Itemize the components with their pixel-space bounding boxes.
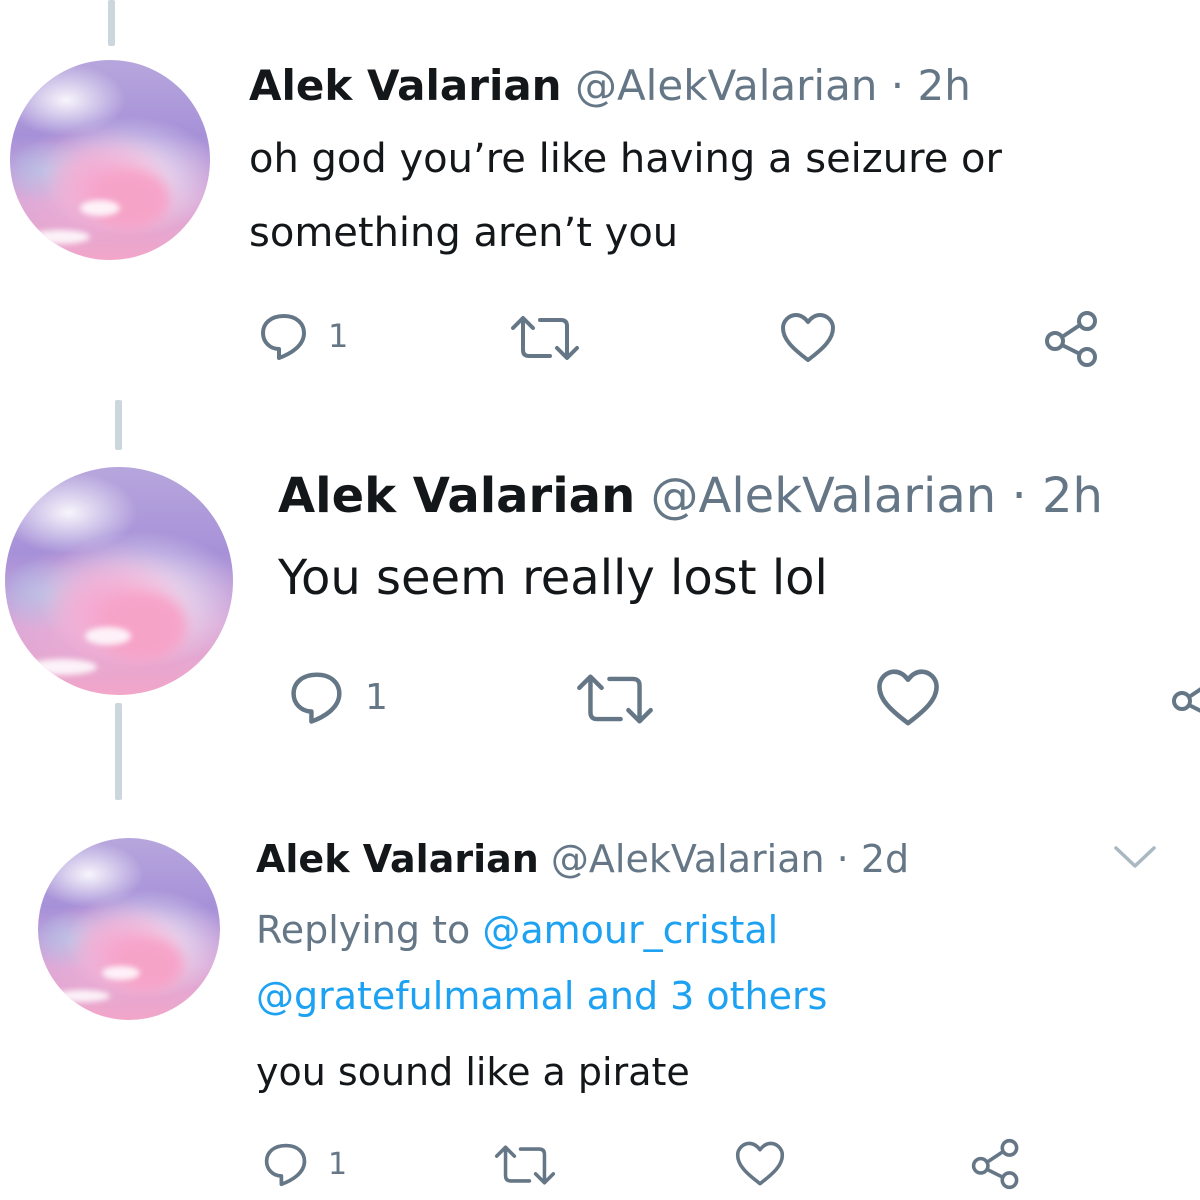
heart-icon [876,668,940,728]
reply-button[interactable]: 1 [262,1140,347,1188]
tweet-header: Alek Valarian @AlekValarian · 2d [256,835,909,883]
separator-dot: · [890,61,905,110]
avatar[interactable] [38,838,220,1020]
thread-line [115,703,122,800]
tweet-header: Alek Valarian @AlekValarian · 2h [249,60,971,112]
thread-line [115,400,122,450]
replying-to-label: Replying to [256,908,471,952]
tweet-header: Alek Valarian @AlekValarian · 2h [278,466,1103,526]
retweet-button[interactable] [510,312,580,364]
tweet-text-line: oh god you’re like having a seizure or [249,136,1002,182]
like-button[interactable] [735,1140,785,1188]
share-icon [1170,670,1200,728]
reply-button[interactable]: 1 [258,310,348,362]
user-handle[interactable]: @AlekValarian [551,837,825,881]
share-icon [970,1138,1022,1190]
user-handle[interactable]: @AlekValarian [651,468,997,524]
like-button[interactable] [780,312,836,364]
speech-bubble-icon [258,310,310,362]
display-name[interactable]: Alek Valarian [256,837,539,881]
tweet-text-line: something aren’t you [249,210,679,256]
speech-bubble-icon [287,668,347,726]
share-button[interactable] [1043,310,1101,368]
display-name[interactable]: Alek Valarian [278,468,635,524]
retweet-button[interactable] [575,670,655,728]
reply-count: 1 [328,1146,348,1182]
retweet-button[interactable] [494,1142,556,1188]
mention-link[interactable]: @amour_cristal [482,908,778,952]
share-icon [1043,310,1101,368]
display-name[interactable]: Alek Valarian [249,61,562,110]
like-button[interactable] [876,668,940,728]
avatar[interactable] [5,467,233,695]
share-button[interactable] [970,1138,1022,1190]
reply-button[interactable]: 1 [287,668,388,726]
reply-count: 1 [328,317,349,355]
separator-dot: · [836,837,849,881]
retweet-icon [510,312,580,364]
timestamp[interactable]: 2h [1042,468,1103,524]
replying-to: Replying to @amour_cristal [256,904,778,956]
speech-bubble-icon [262,1140,310,1188]
chevron-down-icon [1112,842,1158,872]
tweet-menu-button[interactable] [1112,842,1158,872]
thread-line [108,0,115,46]
retweet-icon [494,1142,556,1188]
mention-link[interactable]: @gratefulmamal and 3 others [256,970,827,1022]
heart-icon [780,312,836,364]
tweet-text-line: you sound like a pirate [256,1050,690,1094]
tweet-text-line: You seem really lost lol [278,550,828,606]
timestamp[interactable]: 2d [861,837,909,881]
share-button[interactable] [1170,670,1200,728]
heart-icon [735,1140,785,1188]
separator-dot: · [1011,468,1027,524]
timestamp[interactable]: 2h [918,61,971,110]
retweet-icon [575,670,655,728]
user-handle[interactable]: @AlekValarian [575,61,877,110]
reply-count: 1 [365,676,388,718]
avatar[interactable] [10,60,210,260]
